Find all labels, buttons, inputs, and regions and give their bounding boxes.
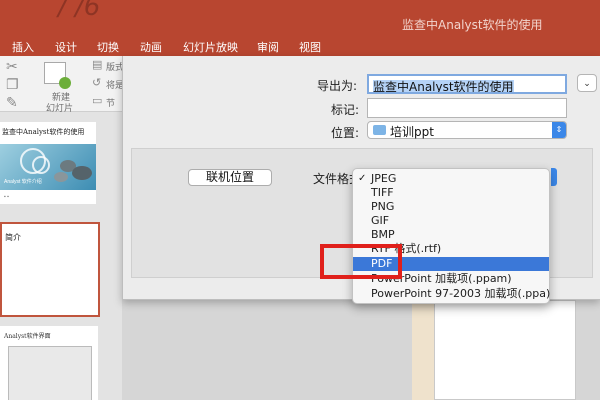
checkmark-icon: ✓ (358, 173, 367, 184)
export-as-label: 导出为: (317, 79, 358, 93)
slide-1-subtitle: Analyst 软件介绍 (4, 179, 42, 185)
file-format-menu: ✓ JPEG TIFF PNG GIF BMP RTF 格式(.rtf) PDF… (352, 168, 550, 304)
online-locations-button[interactable]: 联机位置 (188, 169, 272, 186)
slide-canvas[interactable] (434, 300, 576, 400)
format-option-label: BMP (371, 228, 395, 241)
annotation-highlight-box (320, 244, 402, 279)
where-label: 位置: (331, 126, 360, 140)
format-option-label: TIFF (371, 186, 394, 199)
slide-thumbnail-1[interactable]: 监查中Analyst软件的使用 Analyst 软件介绍 ▪ ▪ (0, 122, 96, 204)
format-painter-icon[interactable]: ✎ (6, 94, 18, 111)
format-option-label: PNG (371, 200, 395, 213)
format-option-label: PowerPoint 97-2003 加载项(.ppa) (371, 287, 551, 300)
format-option-gif[interactable]: GIF (353, 214, 549, 228)
slide-3-screenshot (8, 346, 92, 400)
slide-3-title: Analyst软件界面 (4, 333, 51, 340)
reset-icon[interactable]: ↺ (92, 76, 101, 89)
slide-thumbnail-3[interactable]: Analyst软件界面 (0, 326, 98, 400)
tags-field[interactable] (367, 98, 567, 118)
format-option-png[interactable]: PNG (353, 200, 549, 214)
slide-2-title: 简介 (5, 233, 21, 242)
file-format-popup-edge[interactable] (551, 168, 557, 186)
slide-1-footer: ▪ ▪ (4, 194, 9, 200)
export-as-value: 监查中Analyst软件的使用 (373, 80, 514, 94)
tab-view[interactable]: 视图 (299, 39, 321, 55)
tab-insert[interactable]: 插入 (12, 39, 34, 55)
tab-design[interactable]: 设计 (55, 39, 77, 55)
select-stepper-icon: ⇕ (552, 122, 566, 138)
section-button[interactable]: 节 (106, 96, 115, 109)
format-option-label: JPEG (371, 172, 397, 185)
new-slide-icon[interactable] (44, 62, 71, 89)
slide-background-strip (412, 300, 436, 400)
folder-icon (373, 125, 386, 135)
format-option-tiff[interactable]: TIFF (353, 186, 549, 200)
tab-slideshow[interactable]: 幻灯片放映 (183, 39, 238, 55)
tags-label: 标记: (331, 103, 360, 117)
export-as-field[interactable]: 监查中Analyst软件的使用 (367, 74, 567, 94)
cut-icon[interactable]: ✂ (6, 58, 18, 75)
title-bar-faint-text: / /6 (58, 0, 101, 22)
tab-animations[interactable]: 动画 (140, 39, 162, 55)
title-bar: / /6 监查中Analyst软件的使用 (0, 0, 600, 36)
tab-review[interactable]: 审阅 (257, 39, 279, 55)
section-icon[interactable]: ▭ (92, 94, 102, 107)
slide-thumbnail-panel: 监查中Analyst软件的使用 Analyst 软件介绍 ▪ ▪ 简介 Anal… (0, 112, 122, 400)
copy-icon[interactable]: ❐ (6, 76, 19, 93)
document-title: 监查中Analyst软件的使用 (402, 18, 543, 32)
slide-1-banner-image: Analyst 软件介绍 (0, 144, 96, 190)
format-option-bmp[interactable]: BMP (353, 228, 549, 242)
powerpoint-window: / /6 监查中Analyst软件的使用 插入 设计 切换 动画 幻灯片放映 审… (0, 0, 600, 400)
layout-icon[interactable]: ▤ (92, 58, 102, 71)
ribbon-tabs: 插入 设计 切换 动画 幻灯片放映 审阅 视图 (0, 36, 600, 56)
where-value: 培训ppt (390, 125, 434, 139)
format-option-label: GIF (371, 214, 390, 227)
where-select[interactable]: 培训ppt ⇕ (367, 121, 567, 139)
chevron-down-icon[interactable]: ⌄ (577, 74, 597, 92)
slide-thumbnail-2[interactable]: 简介 (0, 222, 100, 317)
slide-editing-area (122, 300, 600, 400)
tab-transitions[interactable]: 切换 (97, 39, 119, 55)
format-option-jpeg[interactable]: ✓ JPEG (353, 172, 549, 186)
format-option-ppa[interactable]: PowerPoint 97-2003 加载项(.ppa) (353, 287, 551, 301)
slide-1-title: 监查中Analyst软件的使用 (2, 128, 85, 136)
